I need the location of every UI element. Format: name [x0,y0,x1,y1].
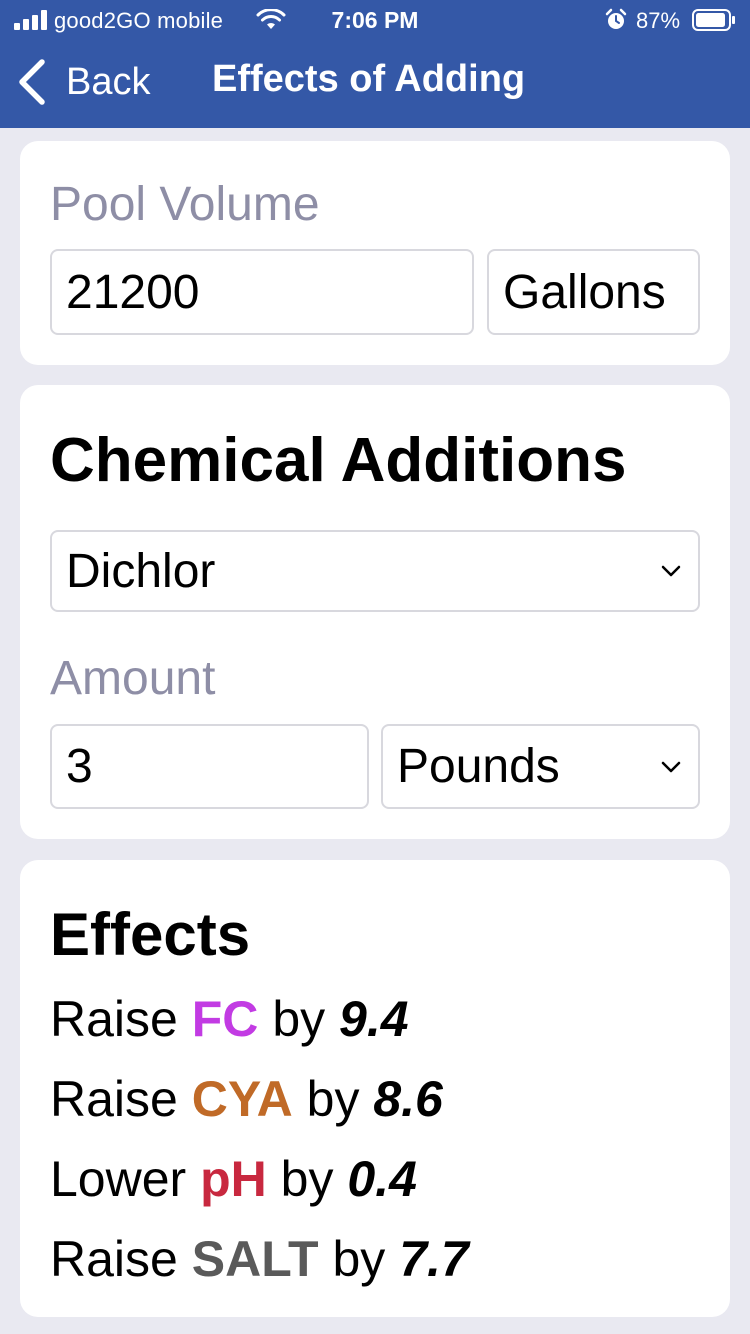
effect-value: 9.4 [339,991,409,1047]
effect-by: by [272,991,326,1047]
chemical-additions-heading: Chemical Additions [50,426,627,495]
amount-unit-value: Pounds [397,740,560,793]
effect-line-fc: Raise FC by 9.4 [50,990,409,1048]
volume-unit-value: Gallons [503,265,666,319]
effect-value: 8.6 [373,1071,443,1127]
pool-volume-input[interactable]: 21200 [50,249,474,335]
chevron-left-icon [19,59,45,105]
pool-volume-card: Pool Volume 21200 Gallons [20,141,730,365]
effect-value: 7.7 [399,1231,469,1287]
effect-value: 0.4 [347,1151,417,1207]
alarm-icon [605,8,627,29]
effects-heading: Effects [50,901,251,968]
effect-line-salt: Raise SALT by 7.7 [50,1230,469,1288]
volume-unit-select[interactable]: Gallons [487,249,700,335]
effect-line-ph: Lower pH by 0.4 [50,1150,417,1208]
navigation-bar: Back Effects of Adding [0,44,750,124]
chemical-name-cya: CYA [191,1071,293,1127]
effects-card: Effects Raise FC by 9.4 Raise CYA by 8.6… [20,860,730,1317]
chemical-name-fc: FC [191,991,259,1047]
back-button[interactable]: Back [14,56,150,108]
chevron-down-icon [661,761,681,772]
chemical-select[interactable]: Dichlor [50,530,700,612]
effect-verb: Raise [50,1231,178,1287]
pool-volume-value: 21200 [66,265,200,319]
effect-by: by [306,1071,360,1127]
status-bar: good2GO mobile 7:06 PM 87% [0,0,750,40]
chemical-value: Dichlor [66,544,216,598]
page-title: Effects of Adding [212,58,526,100]
chemical-name-salt: SALT [191,1231,319,1287]
effect-verb: Lower [50,1151,187,1207]
pool-volume-label: Pool Volume [50,178,320,231]
amount-unit-select[interactable]: Pounds [381,724,700,809]
effect-verb: Raise [50,1071,178,1127]
amount-label: Amount [50,652,216,705]
amount-input[interactable]: 3 [50,724,369,809]
battery-icon [692,9,735,31]
effect-verb: Raise [50,991,178,1047]
amount-value: 3 [66,740,93,793]
chevron-down-icon [661,565,681,577]
effect-by: by [280,1151,334,1207]
chemical-additions-card: Chemical Additions Dichlor Amount 3 Poun… [20,385,730,839]
effect-line-cya: Raise CYA by 8.6 [50,1070,443,1128]
effect-by: by [332,1231,386,1287]
back-label: Back [66,60,151,103]
top-bar: good2GO mobile 7:06 PM 87% Back Effects … [0,0,750,128]
chemical-name-ph: pH [200,1151,267,1207]
battery-percent: 87% [636,8,681,33]
